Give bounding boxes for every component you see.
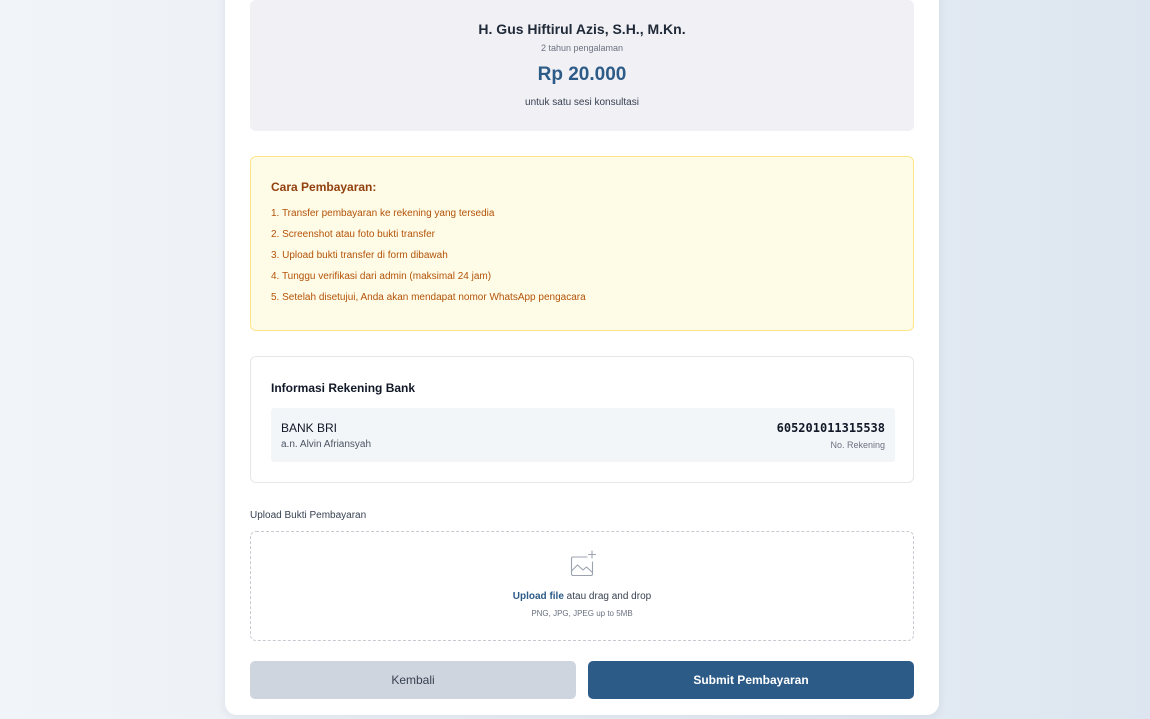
instruction-item: 4. Tunggu verifikasi dari admin (maksima… [271, 271, 492, 282]
instruction-item: 1. Transfer pembayaran ke rekening yang … [271, 208, 495, 219]
upload-dropzone[interactable]: Upload file atau drag and drop PNG, JPG,… [250, 531, 914, 641]
bank-info-title: Informasi Rekening Bank [271, 381, 416, 395]
lawyer-experience: 2 tahun pengalaman [540, 43, 624, 53]
instructions-list: 1. Transfer pembayaran ke rekening yang … [271, 208, 586, 313]
instructions-title: Cara Pembayaran: [271, 180, 377, 194]
upload-file-link[interactable]: Upload file [513, 591, 564, 602]
account-holder: a.n. Alvin Afriansyah [281, 439, 372, 450]
upload-label: Upload Bukti Pembayaran [250, 510, 367, 521]
back-button[interactable]: Kembali [250, 661, 576, 699]
payment-instructions: Cara Pembayaran: 1. Transfer pembayaran … [250, 156, 914, 331]
instruction-item: 3. Upload bukti transfer di form dibawah [271, 250, 448, 261]
bank-info-section: Informasi Rekening Bank BANK BRI a.n. Al… [250, 356, 914, 483]
price-note: untuk satu sesi konsultasi [525, 97, 639, 108]
instruction-item: 2. Screenshot atau foto bukti transfer [271, 229, 435, 240]
lawyer-summary: H. Gus Hiftirul Azis, S.H., M.Kn. 2 tahu… [250, 0, 914, 131]
account-number-label: No. Rekening [830, 440, 885, 450]
upload-instruction: Upload file atau drag and drop [251, 591, 913, 602]
image-add-icon [570, 550, 597, 577]
instruction-item: 5. Setelah disetujui, Anda akan mendapat… [271, 292, 586, 303]
payment-card: H. Gus Hiftirul Azis, S.H., M.Kn. 2 tahu… [225, 0, 939, 715]
drag-drop-text: atau drag and drop [563, 591, 652, 602]
bank-name: BANK BRI [281, 421, 338, 435]
submit-payment-button[interactable]: Submit Pembayaran [588, 661, 914, 699]
consultation-price: Rp 20.000 [537, 64, 627, 85]
lawyer-name: H. Gus Hiftirul Azis, S.H., M.Kn. [478, 21, 686, 37]
bank-account-row: BANK BRI a.n. Alvin Afriansyah 605201011… [271, 408, 895, 462]
account-number: 605201011315538 [776, 421, 885, 435]
page: H. Gus Hiftirul Azis, S.H., M.Kn. 2 tahu… [0, 0, 1150, 719]
upload-file-hint: PNG, JPG, JPEG up to 5MB [531, 609, 633, 618]
